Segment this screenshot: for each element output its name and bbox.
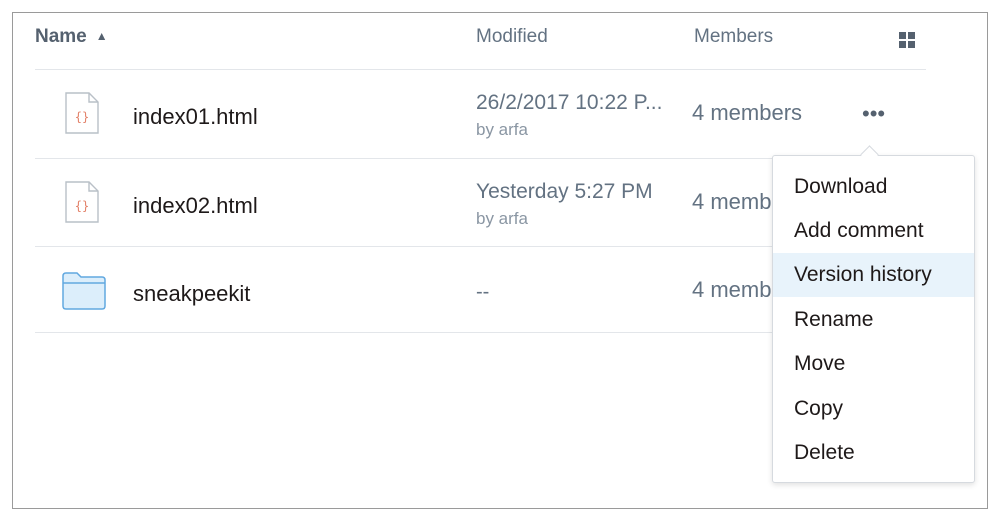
folder-icon xyxy=(62,272,106,310)
members-count[interactable]: 4 memb xyxy=(692,189,771,215)
menu-item-move[interactable]: Move xyxy=(773,342,974,386)
file-row[interactable]: {} index01.html 26/2/2017 10:22 P... by … xyxy=(35,70,926,158)
menu-item-copy[interactable]: Copy xyxy=(773,387,974,431)
menu-item-download[interactable]: Download xyxy=(773,165,974,209)
menu-item-add-comment[interactable]: Add comment xyxy=(773,209,974,253)
menu-item-delete[interactable]: Delete xyxy=(773,431,974,475)
svg-text:{}: {} xyxy=(75,110,89,124)
more-options-icon[interactable]: ••• xyxy=(862,103,885,125)
column-header-members[interactable]: Members xyxy=(694,26,773,48)
column-header-name-label: Name xyxy=(35,26,87,47)
members-count[interactable]: 4 memb xyxy=(692,277,771,303)
html-file-icon: {} xyxy=(65,181,99,223)
members-count[interactable]: 4 members xyxy=(692,100,802,126)
html-file-icon: {} xyxy=(65,92,99,134)
modified-date: 26/2/2017 10:22 P... xyxy=(476,91,663,114)
file-name[interactable]: index02.html xyxy=(133,193,258,219)
file-name[interactable]: index01.html xyxy=(133,104,258,130)
file-name[interactable]: sneakpeekit xyxy=(133,281,250,307)
grid-view-icon[interactable] xyxy=(899,32,915,48)
modified-by: by arfa xyxy=(476,120,528,139)
column-header-modified[interactable]: Modified xyxy=(476,26,548,48)
context-menu: Download Add comment Version history Ren… xyxy=(772,155,975,483)
column-header-name[interactable]: Name ▲ xyxy=(35,26,108,48)
sort-ascending-icon[interactable]: ▲ xyxy=(96,29,108,43)
menu-item-rename[interactable]: Rename xyxy=(773,298,974,342)
modified-by: by arfa xyxy=(476,209,528,228)
modified-date: -- xyxy=(476,281,490,303)
svg-text:{}: {} xyxy=(75,199,89,213)
menu-item-version-history[interactable]: Version history xyxy=(773,253,974,297)
modified-date: Yesterday 5:27 PM xyxy=(476,180,653,203)
